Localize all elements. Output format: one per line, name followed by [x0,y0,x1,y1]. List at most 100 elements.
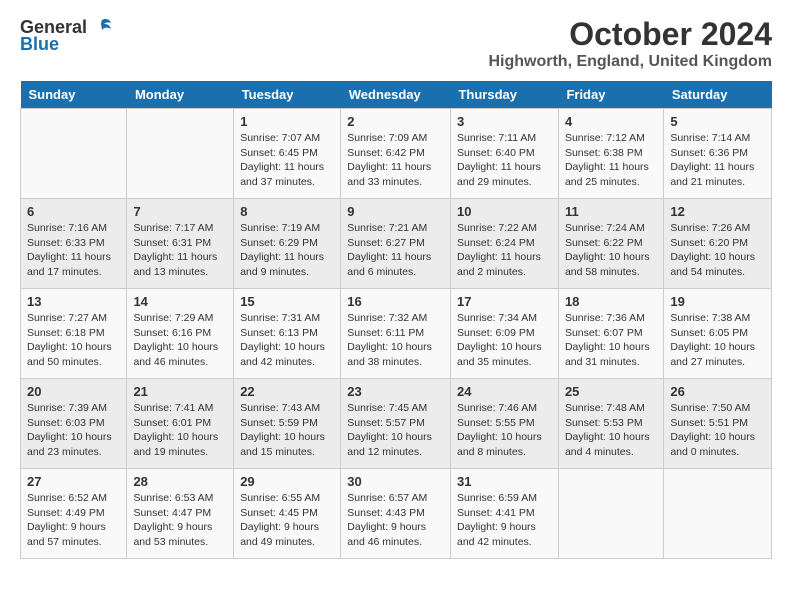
calendar-cell: 26 Sunrise: 7:50 AM Sunset: 5:51 PM Dayli… [664,379,772,469]
logo-blue-text: Blue [20,34,59,55]
weekday-header-sunday: Sunday [21,81,127,109]
calendar-cell: 12Sunrise: 7:26 AM Sunset: 6:20 PM Dayli… [664,199,772,289]
day-info: Sunrise: 7:41 AM Sunset: 6:01 PM Dayligh… [133,401,227,460]
calendar-cell: 23 Sunrise: 7:45 AM Sunset: 5:57 PM Dayli… [341,379,451,469]
calendar-cell: 8 Sunrise: 7:19 AM Sunset: 6:29 PM Daylig… [234,199,341,289]
week-row-1: 1 Sunrise: 7:07 AM Sunset: 6:45 PM Daylig… [21,109,772,199]
day-number: 24 [457,384,552,399]
day-number: 21 [133,384,227,399]
weekday-header-saturday: Saturday [664,81,772,109]
day-number: 31 [457,474,552,489]
day-info: Sunrise: 7:50 AM Sunset: 5:51 PM Dayligh… [670,401,765,460]
weekday-header-wednesday: Wednesday [341,81,451,109]
logo-bird-icon [91,16,113,38]
day-info: Sunrise: 7:29 AM Sunset: 6:16 PM Dayligh… [133,311,227,370]
day-number: 10 [457,204,552,219]
day-number: 29 [240,474,334,489]
calendar-cell: 22Sunrise: 7:43 AM Sunset: 5:59 PM Dayli… [234,379,341,469]
day-number: 23 [347,384,444,399]
day-number: 7 [133,204,227,219]
day-number: 14 [133,294,227,309]
calendar-cell: 28Sunrise: 6:53 AM Sunset: 4:47 PM Dayli… [127,469,234,559]
day-info: Sunrise: 7:32 AM Sunset: 6:11 PM Dayligh… [347,311,444,370]
calendar-cell: 30 Sunrise: 6:57 AM Sunset: 4:43 PM Dayli… [341,469,451,559]
day-number: 6 [27,204,120,219]
calendar-cell: 1 Sunrise: 7:07 AM Sunset: 6:45 PM Daylig… [234,109,341,199]
day-number: 5 [670,114,765,129]
day-info: Sunrise: 7:11 AM Sunset: 6:40 PM Dayligh… [457,131,552,190]
day-info: Sunrise: 7:14 AM Sunset: 6:36 PM Dayligh… [670,131,765,190]
calendar-cell: 29Sunrise: 6:55 AM Sunset: 4:45 PM Dayli… [234,469,341,559]
day-info: Sunrise: 7:45 AM Sunset: 5:57 PM Dayligh… [347,401,444,460]
calendar-cell: 27Sunrise: 6:52 AM Sunset: 4:49 PM Dayli… [21,469,127,559]
calendar-cell: 7 Sunrise: 7:17 AM Sunset: 6:31 PM Daylig… [127,199,234,289]
calendar-cell: 18Sunrise: 7:36 AM Sunset: 6:07 PM Dayli… [558,289,663,379]
calendar-cell [127,109,234,199]
weekday-header-friday: Friday [558,81,663,109]
week-row-4: 20 Sunrise: 7:39 AM Sunset: 6:03 PM Dayli… [21,379,772,469]
day-number: 1 [240,114,334,129]
calendar-cell: 24 Sunrise: 7:46 AM Sunset: 5:55 PM Dayli… [450,379,558,469]
calendar-cell: 21 Sunrise: 7:41 AM Sunset: 6:01 PM Dayli… [127,379,234,469]
calendar-cell: 9 Sunrise: 7:21 AM Sunset: 6:27 PM Daylig… [341,199,451,289]
day-number: 22 [240,384,334,399]
day-info: Sunrise: 7:21 AM Sunset: 6:27 PM Dayligh… [347,221,444,280]
calendar-cell [558,469,663,559]
day-number: 8 [240,204,334,219]
calendar-cell: 10 Sunrise: 7:22 AM Sunset: 6:24 PM Dayli… [450,199,558,289]
day-info: Sunrise: 7:39 AM Sunset: 6:03 PM Dayligh… [27,401,120,460]
month-title: October 2024 [488,16,772,53]
day-number: 4 [565,114,657,129]
calendar-cell: 15 Sunrise: 7:31 AM Sunset: 6:13 PM Dayli… [234,289,341,379]
calendar-cell: 25Sunrise: 7:48 AM Sunset: 5:53 PM Dayli… [558,379,663,469]
calendar-cell [21,109,127,199]
week-row-3: 13Sunrise: 7:27 AM Sunset: 6:18 PM Dayli… [21,289,772,379]
title-area: October 2024 Highworth, England, United … [488,16,772,71]
calendar-cell: 5 Sunrise: 7:14 AM Sunset: 6:36 PM Daylig… [664,109,772,199]
weekday-header-monday: Monday [127,81,234,109]
day-info: Sunrise: 7:31 AM Sunset: 6:13 PM Dayligh… [240,311,334,370]
day-info: Sunrise: 7:24 AM Sunset: 6:22 PM Dayligh… [565,221,657,280]
week-row-2: 6 Sunrise: 7:16 AM Sunset: 6:33 PM Daylig… [21,199,772,289]
day-info: Sunrise: 7:36 AM Sunset: 6:07 PM Dayligh… [565,311,657,370]
day-number: 19 [670,294,765,309]
calendar-cell: 20 Sunrise: 7:39 AM Sunset: 6:03 PM Dayli… [21,379,127,469]
day-info: Sunrise: 7:26 AM Sunset: 6:20 PM Dayligh… [670,221,765,280]
calendar-table: SundayMondayTuesdayWednesdayThursdayFrid… [20,81,772,559]
calendar-cell: 2Sunrise: 7:09 AM Sunset: 6:42 PM Daylig… [341,109,451,199]
weekday-header-row: SundayMondayTuesdayWednesdayThursdayFrid… [21,81,772,109]
calendar-cell: 31Sunrise: 6:59 AM Sunset: 4:41 PM Dayli… [450,469,558,559]
header: General Blue October 2024 Highworth, Eng… [20,16,772,71]
day-info: Sunrise: 6:57 AM Sunset: 4:43 PM Dayligh… [347,491,444,550]
day-info: Sunrise: 7:46 AM Sunset: 5:55 PM Dayligh… [457,401,552,460]
day-info: Sunrise: 7:22 AM Sunset: 6:24 PM Dayligh… [457,221,552,280]
day-info: Sunrise: 7:07 AM Sunset: 6:45 PM Dayligh… [240,131,334,190]
day-info: Sunrise: 7:27 AM Sunset: 6:18 PM Dayligh… [27,311,120,370]
weekday-header-tuesday: Tuesday [234,81,341,109]
weekday-header-thursday: Thursday [450,81,558,109]
day-info: Sunrise: 7:19 AM Sunset: 6:29 PM Dayligh… [240,221,334,280]
day-info: Sunrise: 7:12 AM Sunset: 6:38 PM Dayligh… [565,131,657,190]
day-number: 2 [347,114,444,129]
calendar-cell: 6 Sunrise: 7:16 AM Sunset: 6:33 PM Daylig… [21,199,127,289]
calendar-cell: 14 Sunrise: 7:29 AM Sunset: 6:16 PM Dayli… [127,289,234,379]
logo: General Blue [20,16,113,55]
location-title: Highworth, England, United Kingdom [488,53,772,71]
day-number: 17 [457,294,552,309]
day-info: Sunrise: 7:17 AM Sunset: 6:31 PM Dayligh… [133,221,227,280]
day-number: 30 [347,474,444,489]
calendar-cell: 17 Sunrise: 7:34 AM Sunset: 6:09 PM Dayli… [450,289,558,379]
calendar-cell: 16 Sunrise: 7:32 AM Sunset: 6:11 PM Dayli… [341,289,451,379]
day-number: 9 [347,204,444,219]
day-number: 15 [240,294,334,309]
calendar-cell: 13Sunrise: 7:27 AM Sunset: 6:18 PM Dayli… [21,289,127,379]
day-info: Sunrise: 7:34 AM Sunset: 6:09 PM Dayligh… [457,311,552,370]
calendar-cell: 11Sunrise: 7:24 AM Sunset: 6:22 PM Dayli… [558,199,663,289]
day-number: 3 [457,114,552,129]
day-number: 16 [347,294,444,309]
day-number: 20 [27,384,120,399]
day-number: 28 [133,474,227,489]
day-info: Sunrise: 7:16 AM Sunset: 6:33 PM Dayligh… [27,221,120,280]
week-row-5: 27Sunrise: 6:52 AM Sunset: 4:49 PM Dayli… [21,469,772,559]
day-number: 26 [670,384,765,399]
